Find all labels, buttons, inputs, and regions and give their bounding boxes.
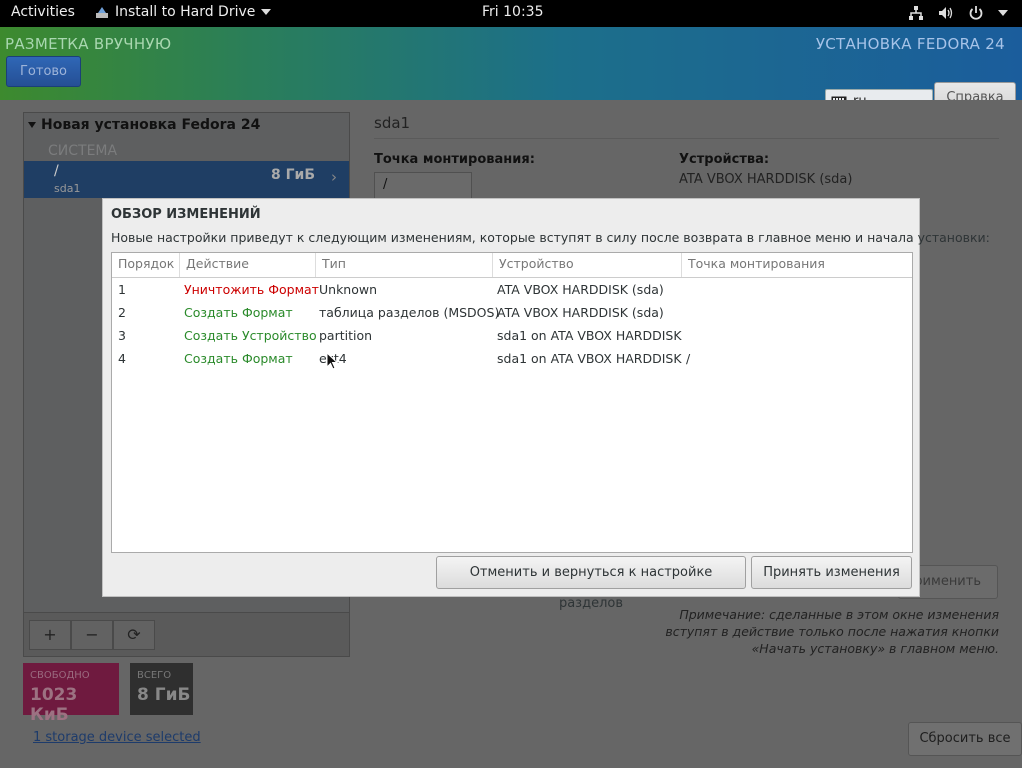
cell-device: ATA VBOX HARDDISK (sda): [497, 305, 664, 320]
devices-label: Устройства:: [679, 152, 770, 167]
chevron-right-icon: ›: [331, 168, 337, 186]
changes-table[interactable]: Порядок Действие Тип Устройство Точка мо…: [111, 252, 913, 553]
cancel-return-button[interactable]: Отменить и вернуться к настройке раздело…: [436, 556, 746, 611]
dialog-title: ОБЗОР ИЗМЕНЕНИЙ: [111, 207, 261, 222]
spoke-header: РАЗМЕТКА ВРУЧНУЮ Готово УСТАНОВКА FEDORA…: [0, 27, 1022, 114]
cell-action: Создать Устройство: [184, 328, 317, 343]
add-mount-point-button[interactable]: +: [29, 620, 71, 650]
system-tray[interactable]: [908, 5, 1008, 21]
install-tree-header[interactable]: Новая установка Fedora 24: [28, 117, 260, 133]
cell-type: таблица разделов (MSDOS): [319, 305, 500, 320]
free-space-label: СВОБОДНО: [30, 670, 90, 681]
cell-device: ATA VBOX HARDDISK (sda): [497, 282, 664, 297]
remove-mount-point-button[interactable]: −: [71, 620, 113, 650]
free-space-box: СВОБОДНО 1023 КиБ: [23, 663, 119, 725]
table-header: Порядок Действие Тип Устройство Точка мо…: [112, 253, 912, 278]
accept-changes-button[interactable]: Принять изменения: [751, 556, 912, 589]
devices-value: ATA VBOX HARDDISK (sda): [679, 172, 853, 187]
cell-action: Создать Формат: [184, 351, 293, 366]
top-bar: Activities Install to Hard Drive Fri 10:…: [0, 0, 1022, 27]
mouse-cursor-icon: [326, 352, 338, 370]
mount-point-row[interactable]: / sda1 8 ГиБ ›: [24, 161, 349, 198]
column-header-device[interactable]: Устройство: [493, 253, 682, 277]
table-row[interactable]: 4 Создать Формат ext4 sda1 on ATA VBOX H…: [112, 348, 912, 371]
done-button[interactable]: Готово: [6, 56, 81, 87]
divider: [374, 138, 999, 139]
spoke-title: РАЗМЕТКА ВРУЧНУЮ: [5, 35, 172, 53]
mount-point-path: /: [54, 163, 59, 179]
mount-point-label: Точка монтирования:: [374, 152, 535, 167]
cell-device: sda1 on ATA VBOX HARDDISK: [497, 328, 682, 343]
system-section-label: СИСТЕМА: [48, 143, 118, 159]
summary-of-changes-dialog: ОБЗОР ИЗМЕНЕНИЙ Новые настройки приведут…: [102, 198, 990, 611]
mount-point-size: 8 ГиБ: [270, 167, 315, 183]
cell-action: Создать Формат: [184, 305, 293, 320]
expander-icon: [28, 122, 36, 128]
dialog-description: Новые настройки приведут к следующим изм…: [111, 230, 990, 245]
refresh-button[interactable]: ⟳: [113, 620, 155, 650]
partition-title: sda1: [374, 114, 411, 132]
volume-icon: [939, 7, 953, 19]
mount-point-input[interactable]: /: [374, 172, 472, 199]
app-menu[interactable]: Install to Hard Drive: [95, 4, 272, 20]
reset-all-button[interactable]: Сбросить все: [908, 722, 1022, 756]
app-menu-label: Install to Hard Drive: [115, 4, 256, 20]
activities-button[interactable]: Activities: [11, 4, 75, 20]
mount-point-controls: + − ⟳: [23, 612, 350, 657]
product-title: УСТАНОВКА FEDORA 24: [815, 35, 1005, 53]
network-icon: [909, 6, 923, 20]
column-header-order[interactable]: Порядок: [112, 253, 180, 277]
table-row[interactable]: 3 Создать Устройство partition sda1 on A…: [112, 325, 912, 348]
install-tree-title: Новая установка Fedora 24: [41, 117, 261, 133]
column-header-mount-point[interactable]: Точка монтирования: [682, 253, 912, 277]
free-space-value: 1023 КиБ: [30, 685, 78, 725]
cell-action: Уничтожить Формат: [184, 282, 319, 297]
cell-order: 4: [118, 351, 126, 366]
cell-order: 2: [118, 305, 126, 320]
installer-app-icon: [96, 7, 108, 18]
cell-order: 3: [118, 328, 126, 343]
chevron-down-icon: [261, 9, 272, 15]
total-space-label: ВСЕГО: [137, 670, 172, 681]
settings-note: Примечание: сделанные в этом окне измене…: [665, 607, 999, 656]
table-row[interactable]: 2 Создать Формат таблица разделов (MSDOS…: [112, 302, 912, 325]
storage-device-link[interactable]: 1 storage device selected: [33, 730, 201, 745]
power-icon: [969, 6, 983, 20]
cell-order: 1: [118, 282, 126, 297]
cell-type: Unknown: [319, 282, 378, 297]
column-header-type[interactable]: Тип: [316, 253, 493, 277]
cell-device: sda1 on ATA VBOX HARDDISK: [497, 351, 682, 366]
mount-point-device: sda1: [54, 182, 81, 195]
cell-mount-point: /: [686, 351, 691, 366]
total-space-value: 8 ГиБ: [137, 685, 191, 705]
total-space-box: ВСЕГО 8 ГиБ: [130, 663, 193, 715]
chevron-down-icon: [998, 10, 1008, 16]
table-row[interactable]: 1 Уничтожить Формат Unknown ATA VBOX HAR…: [112, 279, 912, 302]
cell-type: partition: [319, 328, 373, 343]
column-header-action[interactable]: Действие: [180, 253, 316, 277]
clock[interactable]: Fri 10:35: [482, 4, 543, 20]
